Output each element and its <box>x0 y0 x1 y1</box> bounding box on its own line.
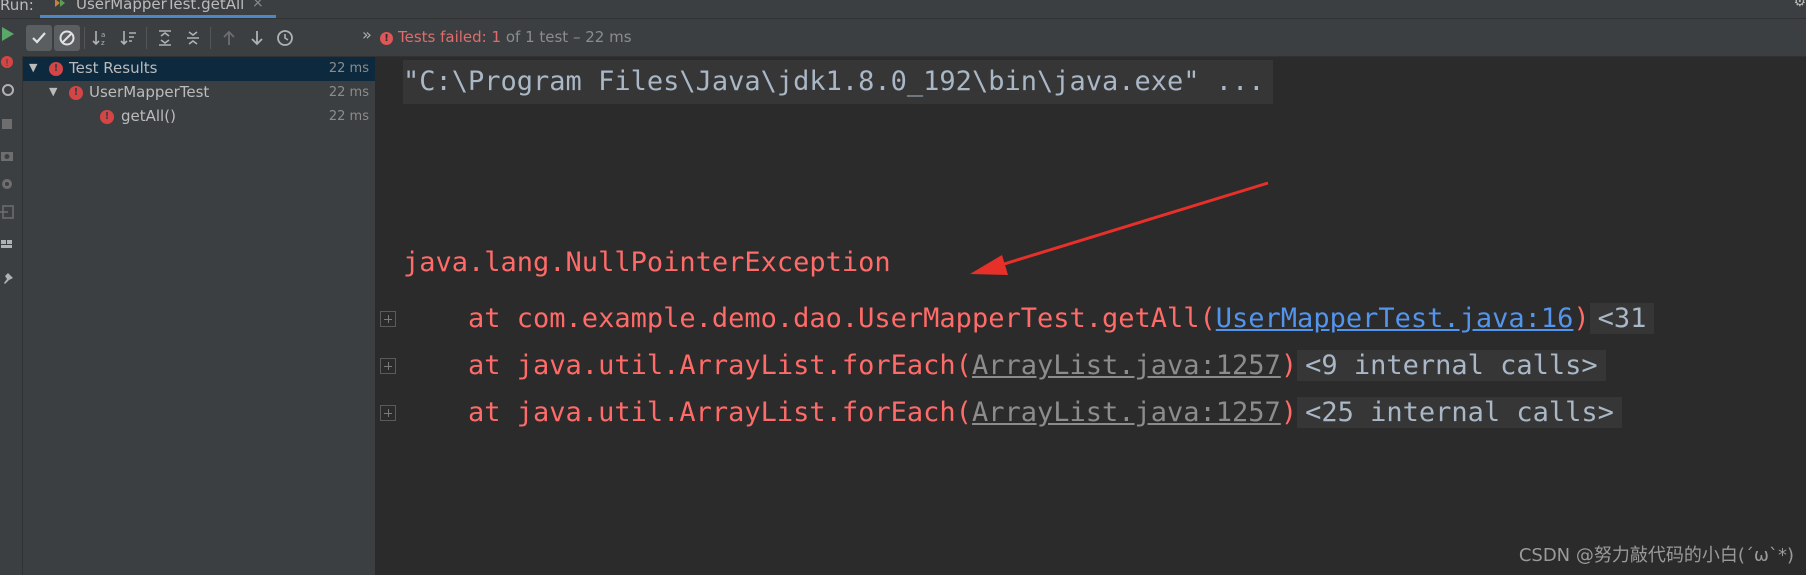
annotation-arrow <box>970 181 1269 275</box>
watermark: CSDN @努力敲代码的小白(´ω`*) <box>1518 545 1794 566</box>
